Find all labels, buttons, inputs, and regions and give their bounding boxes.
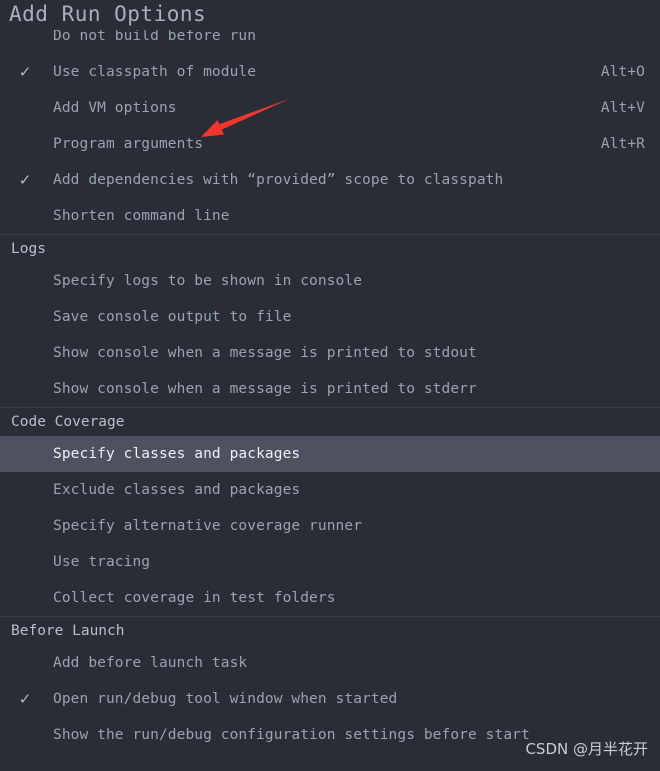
run-options-menu: Do not build before run ✓ Use classpath of…: [0, 30, 660, 771]
menu-item[interactable]: Program arguments Alt+R: [0, 126, 660, 162]
menu-item-label: Show console when a message is printed t…: [53, 345, 477, 361]
menu-item[interactable]: ✓ Add dependencies with “provided” scope …: [0, 162, 660, 198]
menu-item-label: Exclude classes and packages: [53, 482, 301, 498]
menu-item[interactable]: Save console output to file: [0, 299, 660, 335]
section-header-code-coverage: Code Coverage: [0, 407, 660, 436]
menu-item[interactable]: ✓ Use classpath of module Alt+O: [0, 54, 660, 90]
menu-item-label: Do not build before run: [53, 30, 257, 44]
menu-item-label: Program arguments: [53, 136, 204, 152]
menu-item[interactable]: Use tracing: [0, 544, 660, 580]
menu-item-shortcut: Alt+R: [600, 136, 645, 152]
add-run-options-popup: Do not build before run ✓ Use classpath of…: [0, 0, 660, 771]
checkmark-icon: ✓: [18, 690, 32, 708]
menu-item-shortcut: Alt+O: [600, 64, 645, 80]
menu-item-label: Show console when a message is printed t…: [53, 381, 477, 397]
menu-item-label: Specify alternative coverage runner: [53, 518, 363, 534]
menu-item[interactable]: Add VM options Alt+V: [0, 90, 660, 126]
page-title: Add Run Options: [9, 2, 207, 26]
menu-item[interactable]: Add before launch task: [0, 645, 660, 681]
menu-item-label: Open run/debug tool window when started: [53, 691, 398, 707]
section-header-logs: Logs: [0, 234, 660, 263]
menu-item-label: Save console output to file: [53, 309, 292, 325]
menu-item[interactable]: ✓ Open run/debug tool window when started: [0, 681, 660, 717]
menu-item[interactable]: Exclude classes and packages: [0, 472, 660, 508]
menu-item[interactable]: Shorten command line: [0, 198, 660, 234]
checkmark-icon: ✓: [18, 171, 32, 189]
menu-item-label: Specify logs to be shown in console: [53, 273, 363, 289]
menu-item[interactable]: Specify logs to be shown in console: [0, 263, 660, 299]
menu-item-label: Use classpath of module: [53, 64, 257, 80]
section-header-before-launch: Before Launch: [0, 616, 660, 645]
csdn-watermark: CSDN @月半花开: [525, 740, 648, 758]
menu-item[interactable]: Show console when a message is printed t…: [0, 335, 660, 371]
menu-item-label: Collect coverage in test folders: [53, 590, 336, 606]
menu-item-label: Add dependencies with “provided” scope t…: [53, 172, 504, 188]
menu-item[interactable]: Do not build before run: [0, 30, 660, 54]
menu-item-label: Shorten command line: [53, 208, 230, 224]
menu-item-label: Add before launch task: [53, 655, 248, 671]
menu-item-label: Add VM options: [53, 100, 177, 116]
menu-item[interactable]: Show console when a message is printed t…: [0, 371, 660, 407]
menu-item[interactable]: Specify classes and packages: [0, 436, 660, 472]
menu-item-label: Use tracing: [53, 554, 151, 570]
menu-item-label: Specify classes and packages: [53, 446, 301, 462]
menu-item-shortcut: Alt+V: [600, 100, 645, 116]
menu-item[interactable]: Specify alternative coverage runner: [0, 508, 660, 544]
menu-item-label: Show the run/debug configuration setting…: [53, 727, 530, 743]
popup-title-bar: Add Run Options: [0, 0, 660, 30]
checkmark-icon: ✓: [18, 63, 32, 81]
menu-item[interactable]: Collect coverage in test folders: [0, 580, 660, 616]
